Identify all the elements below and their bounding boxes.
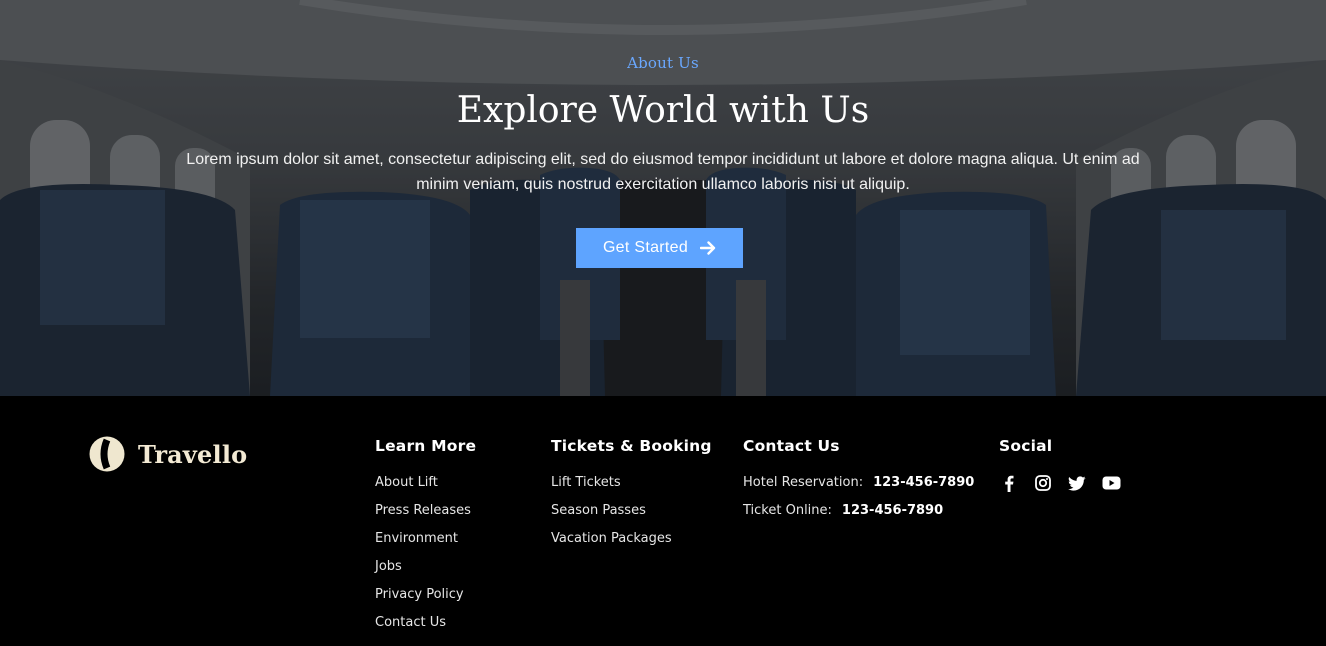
footer-link-about-lift[interactable]: About Lift bbox=[375, 475, 438, 490]
twitter-icon[interactable] bbox=[1067, 473, 1087, 493]
contact-row-ticket: Ticket Online: 123-456-7890 bbox=[743, 501, 974, 529]
contact-row-hotel: Hotel Reservation: 123-456-7890 bbox=[743, 473, 974, 501]
facebook-icon[interactable] bbox=[999, 473, 1019, 493]
learn-more-heading: Learn More bbox=[375, 437, 477, 455]
footer-link-season-passes[interactable]: Season Passes bbox=[551, 503, 646, 518]
footer-link-privacy-policy[interactable]: Privacy Policy bbox=[375, 587, 464, 602]
arrow-right-icon bbox=[700, 241, 716, 255]
footer-link-environment[interactable]: Environment bbox=[375, 531, 458, 546]
footer-link-press-releases[interactable]: Press Releases bbox=[375, 503, 471, 518]
hero-content: About Us Explore World with Us Lorem ips… bbox=[0, 0, 1326, 396]
tickets-column: Tickets & Booking Lift Tickets Season Pa… bbox=[551, 437, 712, 557]
site-footer: Travello Learn More About Lift Press Rel… bbox=[0, 396, 1326, 646]
brand-name: Travello bbox=[138, 439, 248, 469]
get-started-button[interactable]: Get Started bbox=[576, 228, 743, 268]
instagram-icon[interactable] bbox=[1033, 473, 1053, 493]
footer-link-contact-us[interactable]: Contact Us bbox=[375, 615, 446, 630]
hero-title: Explore World with Us bbox=[456, 90, 870, 131]
footer-link-lift-tickets[interactable]: Lift Tickets bbox=[551, 475, 621, 490]
contact-column: Contact Us Hotel Reservation: 123-456-789… bbox=[743, 437, 974, 529]
contact-label: Ticket Online: bbox=[743, 503, 832, 518]
footer-link-vacation-packages[interactable]: Vacation Packages bbox=[551, 531, 672, 546]
travello-logo-icon bbox=[89, 436, 125, 472]
contact-phone[interactable]: 123-456-7890 bbox=[873, 475, 974, 490]
contact-phone[interactable]: 123-456-7890 bbox=[842, 503, 943, 518]
contact-label: Hotel Reservation: bbox=[743, 475, 864, 490]
social-icons bbox=[999, 473, 1121, 493]
hero-description: Lorem ipsum dolor sit amet, consectetur … bbox=[186, 151, 1140, 193]
contact-heading: Contact Us bbox=[743, 437, 840, 455]
social-heading: Social bbox=[999, 437, 1053, 455]
tickets-heading: Tickets & Booking bbox=[551, 437, 712, 455]
footer-link-jobs[interactable]: Jobs bbox=[375, 559, 402, 574]
hero-section: About Us Explore World with Us Lorem ips… bbox=[0, 0, 1326, 396]
get-started-label: Get Started bbox=[602, 239, 689, 256]
youtube-icon[interactable] bbox=[1101, 473, 1121, 493]
social-column: Social bbox=[999, 437, 1121, 493]
learn-more-column: Learn More About Lift Press Releases Env… bbox=[375, 437, 476, 641]
hero-eyebrow: About Us bbox=[627, 54, 699, 72]
brand[interactable]: Travello bbox=[89, 436, 247, 472]
